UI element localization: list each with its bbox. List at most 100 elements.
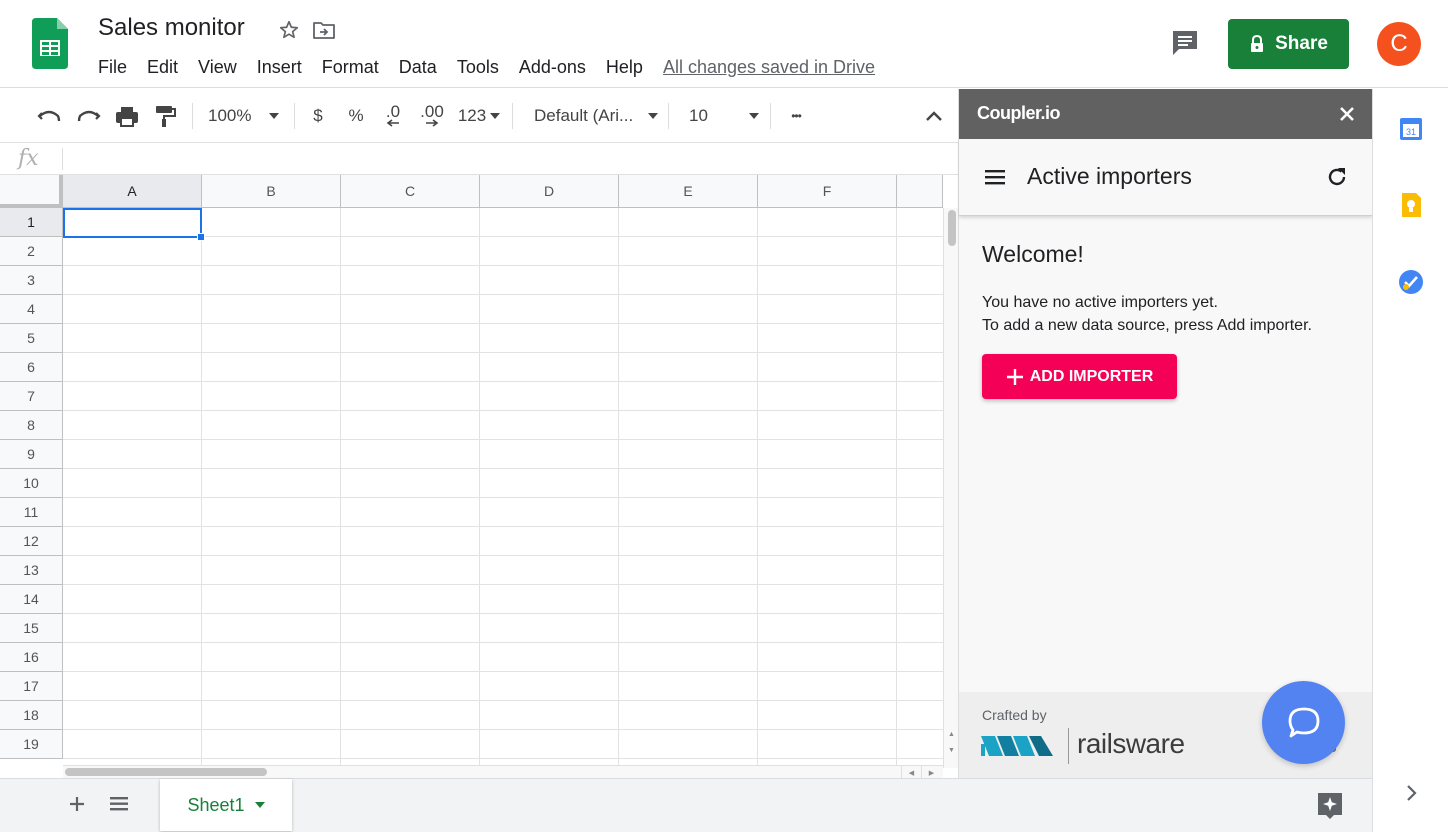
close-icon[interactable] bbox=[1335, 102, 1359, 126]
tasks-icon[interactable] bbox=[1397, 268, 1425, 296]
railsware-logo-icon[interactable] bbox=[981, 730, 1057, 762]
share-button[interactable]: Share bbox=[1228, 19, 1349, 69]
menu-addons[interactable]: Add-ons bbox=[509, 57, 596, 78]
font-size-value: 10 bbox=[689, 106, 708, 125]
font-family-select[interactable]: Default (Ari... bbox=[534, 101, 658, 131]
sheet-tab-label: Sheet1 bbox=[187, 794, 245, 815]
decrease-decimal-button[interactable]: .0 bbox=[380, 101, 406, 131]
more-tools-button[interactable]: ••• bbox=[784, 101, 808, 131]
select-all-corner[interactable] bbox=[0, 175, 63, 208]
redo-icon[interactable] bbox=[76, 101, 102, 131]
zoom-select[interactable]: 100% bbox=[208, 101, 288, 131]
active-cell-a1[interactable] bbox=[63, 208, 205, 241]
horizontal-scrollbar[interactable]: ◀ ▶ bbox=[63, 765, 943, 778]
row-header-6[interactable]: 6 bbox=[0, 353, 63, 382]
chat-support-button[interactable] bbox=[1262, 681, 1345, 764]
explore-icon[interactable] bbox=[1316, 791, 1344, 821]
avatar[interactable]: C bbox=[1377, 22, 1421, 66]
chevron-down-icon bbox=[269, 113, 280, 119]
menu-view[interactable]: View bbox=[188, 57, 247, 78]
collapse-toolbar-icon[interactable] bbox=[922, 101, 946, 131]
chevron-right-icon[interactable] bbox=[1399, 781, 1423, 805]
column-header-e[interactable]: E bbox=[619, 175, 758, 208]
row-header-12[interactable]: 12 bbox=[0, 527, 63, 556]
scroll-up-icon[interactable]: ▲ bbox=[946, 728, 957, 740]
row-header-8[interactable]: 8 bbox=[0, 411, 63, 440]
column-header-f[interactable]: F bbox=[758, 175, 897, 208]
panel-heading: Active importers bbox=[1027, 163, 1192, 189]
menu-help[interactable]: Help bbox=[596, 57, 653, 78]
scroll-left-icon[interactable]: ◀ bbox=[901, 766, 921, 778]
calendar-icon[interactable]: 31 bbox=[1397, 115, 1425, 143]
increase-decimal-button[interactable]: .00 bbox=[418, 101, 446, 131]
sheets-logo-icon[interactable] bbox=[32, 18, 68, 69]
column-header-c[interactable]: C bbox=[341, 175, 480, 208]
menu-data[interactable]: Data bbox=[389, 57, 447, 78]
plus-icon bbox=[1006, 368, 1023, 385]
all-sheets-list-icon[interactable] bbox=[108, 792, 130, 816]
info-text-line-1: You have no active importers yet. bbox=[982, 294, 1218, 311]
horizontal-scroll-buttons: ◀ ▶ bbox=[901, 766, 941, 778]
column-header-d[interactable]: D bbox=[480, 175, 619, 208]
row-header-11[interactable]: 11 bbox=[0, 498, 63, 527]
row-header-1[interactable]: 1 bbox=[0, 208, 63, 237]
column-header-partial[interactable] bbox=[897, 175, 943, 208]
menu-insert[interactable]: Insert bbox=[247, 57, 312, 78]
undo-icon[interactable] bbox=[36, 101, 62, 131]
row-header-9[interactable]: 9 bbox=[0, 440, 63, 469]
menu-format[interactable]: Format bbox=[312, 57, 389, 78]
spreadsheet-grid: ABCDEF 1 2 3 4 5 6 7 8 9 10 11 12 13 14 15 16 17 18 19 ▲ ▼… bbox=[0, 175, 958, 778]
star-icon[interactable] bbox=[278, 19, 300, 41]
refresh-icon[interactable] bbox=[1325, 165, 1349, 189]
paint-format-icon[interactable] bbox=[152, 101, 178, 131]
row-header-19[interactable]: 19 bbox=[0, 730, 63, 759]
sheet-tab-active[interactable]: Sheet1 bbox=[160, 779, 292, 831]
add-importer-button[interactable]: ADD IMPORTER bbox=[982, 354, 1177, 399]
fill-handle[interactable] bbox=[197, 233, 205, 241]
row-header-18[interactable]: 18 bbox=[0, 701, 63, 730]
toolbar-separator bbox=[770, 103, 771, 129]
column-header-a[interactable]: A bbox=[63, 175, 202, 208]
row-header-13[interactable]: 13 bbox=[0, 556, 63, 585]
document-title[interactable]: Sales monitor bbox=[98, 14, 245, 42]
menu-tools[interactable]: Tools bbox=[447, 57, 509, 78]
chevron-down-icon bbox=[648, 113, 658, 119]
formula-input[interactable] bbox=[70, 145, 950, 173]
row-header-4[interactable]: 4 bbox=[0, 295, 63, 324]
hamburger-menu-icon[interactable] bbox=[983, 165, 1007, 189]
cell-area[interactable] bbox=[63, 208, 943, 768]
vertical-scrollbar[interactable]: ▲ ▼ bbox=[943, 208, 958, 768]
share-label: Share bbox=[1275, 33, 1328, 54]
add-sheet-button[interactable] bbox=[64, 791, 90, 817]
print-icon[interactable] bbox=[114, 101, 140, 131]
vertical-scrollbar-thumb[interactable] bbox=[948, 210, 956, 246]
menu-edit[interactable]: Edit bbox=[137, 57, 188, 78]
scroll-right-icon[interactable]: ▶ bbox=[921, 766, 941, 778]
row-header-17[interactable]: 17 bbox=[0, 672, 63, 701]
menu-file[interactable]: File bbox=[88, 57, 137, 78]
toolbar-separator bbox=[668, 103, 669, 129]
font-size-select[interactable]: 10 bbox=[689, 101, 759, 131]
percent-format-button[interactable]: % bbox=[344, 101, 368, 131]
column-header-b[interactable]: B bbox=[202, 175, 341, 208]
menu-bar: File Edit View Insert Format Data Tools … bbox=[88, 54, 875, 80]
row-header-2[interactable]: 2 bbox=[0, 237, 63, 266]
row-header-10[interactable]: 10 bbox=[0, 469, 63, 498]
comment-icon[interactable] bbox=[1170, 28, 1200, 58]
move-folder-icon[interactable] bbox=[312, 19, 336, 41]
currency-format-button[interactable]: $ bbox=[306, 101, 330, 131]
row-header-7[interactable]: 7 bbox=[0, 382, 63, 411]
horizontal-scrollbar-thumb[interactable] bbox=[65, 768, 267, 776]
keep-icon[interactable] bbox=[1397, 191, 1425, 219]
save-status-link[interactable]: All changes saved in Drive bbox=[663, 57, 875, 78]
scroll-down-icon[interactable]: ▼ bbox=[946, 744, 957, 756]
row-header-14[interactable]: 14 bbox=[0, 585, 63, 614]
company-name[interactable]: railsware bbox=[1077, 728, 1185, 760]
row-header-16[interactable]: 16 bbox=[0, 643, 63, 672]
row-header-5[interactable]: 5 bbox=[0, 324, 63, 353]
row-header-3[interactable]: 3 bbox=[0, 266, 63, 295]
row-header-15[interactable]: 15 bbox=[0, 614, 63, 643]
chevron-down-icon[interactable] bbox=[254, 802, 265, 808]
arrow-right-icon bbox=[426, 119, 439, 127]
more-formats-select[interactable]: 123 bbox=[456, 101, 502, 131]
